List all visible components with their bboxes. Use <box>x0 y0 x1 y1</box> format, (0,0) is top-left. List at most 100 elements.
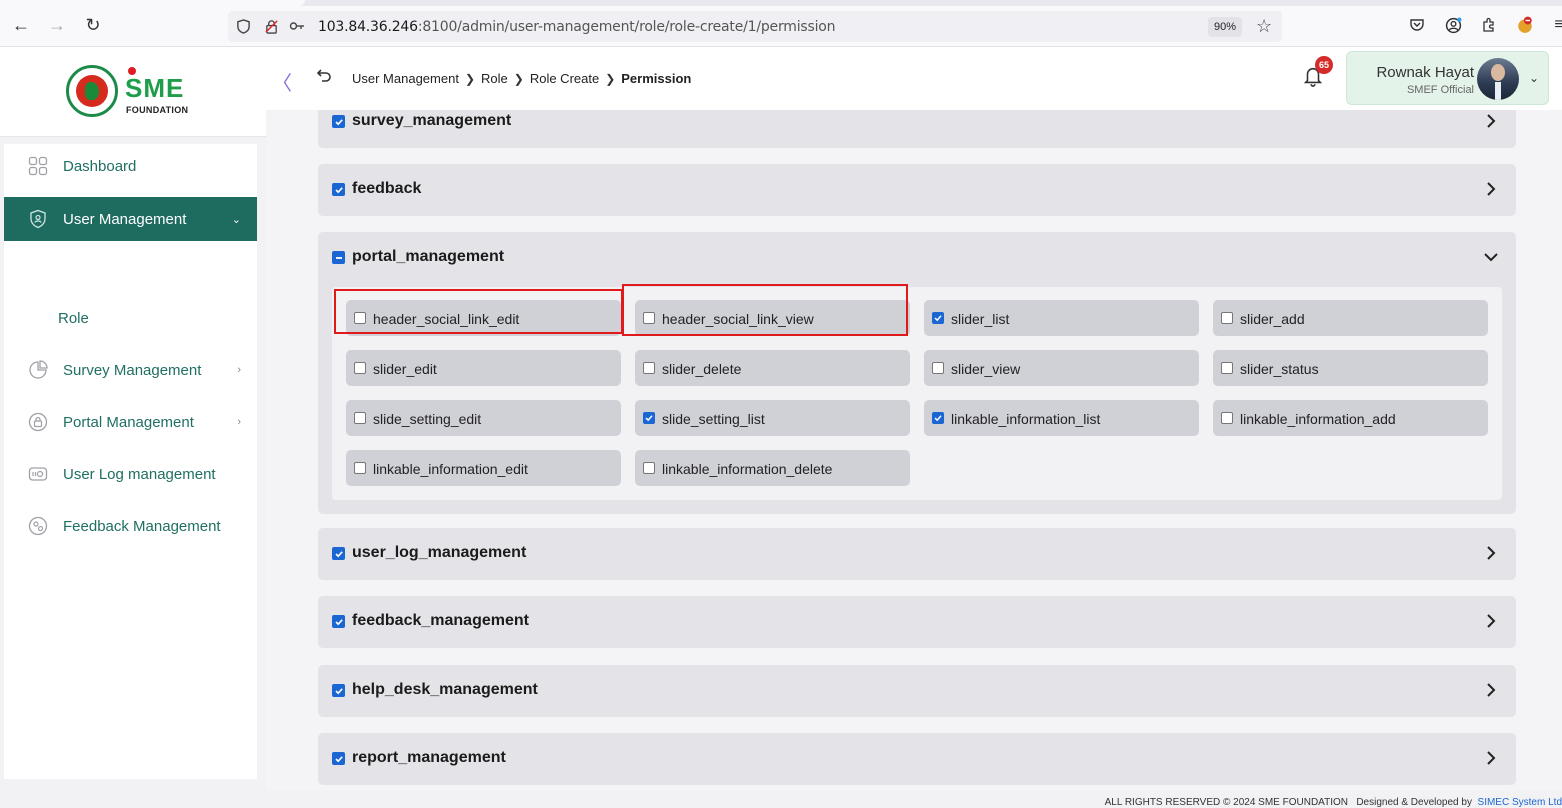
permission-item[interactable]: header_social_link_view <box>635 300 910 336</box>
permission-item[interactable]: slider_status <box>1213 350 1488 386</box>
accordion-user-log-management[interactable]: user_log_management <box>318 528 1516 580</box>
logo-brand: SME <box>125 73 185 103</box>
menu-icon[interactable]: ≡ <box>1548 14 1562 36</box>
accordion-feedback[interactable]: feedback <box>318 164 1516 216</box>
breadcrumb-role-create[interactable]: Role Create <box>530 71 599 86</box>
accordion-header[interactable]: help_desk_management <box>318 665 1516 717</box>
forward-arrow-icon[interactable]: → <box>45 13 69 37</box>
addon-icon[interactable] <box>1514 14 1536 36</box>
permission-checkbox[interactable] <box>354 412 366 424</box>
chevron-right-icon[interactable] <box>1484 681 1498 699</box>
user-profile-menu[interactable]: Rownak Hayat SMEF Official ⌄ <box>1346 51 1549 105</box>
sidebar-item-survey-management[interactable]: Survey Management › <box>4 348 257 392</box>
chevron-right-icon[interactable] <box>1484 112 1498 130</box>
accordion-survey-management[interactable]: survey_management <box>318 110 1516 148</box>
sidebar-item-feedback-management[interactable]: Feedback Management <box>4 504 257 548</box>
accordion-header[interactable]: user_log_management <box>318 528 1516 580</box>
permission-item[interactable]: slider_view <box>924 350 1199 386</box>
breadcrumb: User Management ❯ Role ❯ Role Create ❯ P… <box>352 71 691 86</box>
chevron-right-icon[interactable] <box>1484 544 1498 562</box>
sidebar-subitem-role[interactable]: Role <box>58 310 89 327</box>
permission-checkbox[interactable] <box>643 412 655 424</box>
permission-item[interactable]: linkable_information_list <box>924 400 1199 436</box>
account-icon[interactable] <box>1442 14 1464 36</box>
permission-checkbox[interactable] <box>643 362 655 374</box>
section-checkbox[interactable] <box>332 183 345 196</box>
section-title: report_management <box>352 749 506 766</box>
chevron-right-icon[interactable] <box>1484 749 1498 767</box>
accordion-header[interactable]: feedback <box>318 164 1516 216</box>
sidebar-item-portal-management[interactable]: Portal Management › <box>4 400 257 444</box>
section-checkbox-indeterminate[interactable] <box>332 251 345 264</box>
permission-checkbox[interactable] <box>932 362 944 374</box>
permission-item[interactable]: slider_list <box>924 300 1199 336</box>
permission-item[interactable]: slider_add <box>1213 300 1488 336</box>
reload-icon[interactable]: ↻ <box>81 13 105 37</box>
section-checkbox[interactable] <box>332 547 345 560</box>
undo-back-icon[interactable] <box>316 67 332 88</box>
extensions-icon[interactable] <box>1478 14 1500 36</box>
permission-item[interactable]: linkable_information_delete <box>635 450 910 486</box>
chevron-right-icon[interactable] <box>1484 612 1498 630</box>
permission-checkbox[interactable] <box>643 462 655 474</box>
chevron-down-icon[interactable] <box>1484 248 1498 266</box>
permission-checkbox[interactable] <box>1221 312 1233 324</box>
key-icon[interactable] <box>288 17 306 35</box>
developer-link[interactable]: SIMEC System Ltd <box>1478 797 1562 808</box>
pocket-icon[interactable] <box>1406 14 1428 36</box>
breadcrumb-role[interactable]: Role <box>481 71 508 86</box>
permission-item[interactable]: slider_delete <box>635 350 910 386</box>
insecure-lock-icon[interactable] <box>262 17 280 35</box>
permission-checkbox[interactable] <box>643 312 655 324</box>
section-checkbox[interactable] <box>332 684 345 697</box>
sidebar-item-dashboard[interactable]: Dashboard <box>4 144 257 188</box>
feedback-icon <box>27 515 49 537</box>
permission-label: slider_delete <box>662 361 742 377</box>
permission-label: slider_view <box>951 361 1021 377</box>
accordion-header[interactable]: portal_management <box>318 232 1516 284</box>
section-title: help_desk_management <box>352 681 538 698</box>
accordion-feedback-management[interactable]: feedback_management <box>318 596 1516 648</box>
chevron-right-icon: › <box>237 416 241 428</box>
accordion-header[interactable]: survey_management <box>318 110 1516 148</box>
avatar <box>1477 58 1519 100</box>
section-checkbox[interactable] <box>332 115 345 128</box>
zoom-level[interactable]: 90% <box>1208 17 1243 37</box>
permission-item[interactable]: linkable_information_edit <box>346 450 621 486</box>
permission-item[interactable]: header_social_link_edit <box>346 300 621 336</box>
accordion-help-desk-management[interactable]: help_desk_management <box>318 665 1516 717</box>
permission-checkbox[interactable] <box>932 412 944 424</box>
permission-checkbox[interactable] <box>354 462 366 474</box>
sidebar-item-user-management[interactable]: User Management ⌄ <box>4 197 257 241</box>
permission-checkbox[interactable] <box>1221 362 1233 374</box>
chevron-right-icon[interactable] <box>1484 180 1498 198</box>
shield-icon[interactable] <box>234 17 252 35</box>
permission-item[interactable]: slider_edit <box>346 350 621 386</box>
address-bar[interactable]: 103.84.36.246:8100/admin/user-management… <box>228 11 1282 42</box>
permission-item[interactable]: linkable_information_add <box>1213 400 1488 436</box>
url-text[interactable]: 103.84.36.246:8100/admin/user-management… <box>318 19 836 35</box>
accordion-report-management[interactable]: report_management <box>318 733 1516 785</box>
logo-area[interactable]: SME FOUNDATION <box>0 47 266 137</box>
chevron-right-icon: ❯ <box>513 71 524 86</box>
permission-item[interactable]: slide_setting_edit <box>346 400 621 436</box>
breadcrumb-user-management[interactable]: User Management <box>352 71 459 86</box>
user-role: SMEF Official <box>1406 84 1474 96</box>
permission-checkbox[interactable] <box>932 312 944 324</box>
sidebar-item-user-log-management[interactable]: User Log management <box>4 452 257 496</box>
permission-label: linkable_information_add <box>1240 411 1396 427</box>
sidebar-collapse-icon[interactable]: 〈 <box>272 67 292 96</box>
accordion-header[interactable]: feedback_management <box>318 596 1516 648</box>
permission-item[interactable]: slide_setting_list <box>635 400 910 436</box>
bookmark-star-icon[interactable]: ☆ <box>1256 16 1272 37</box>
section-checkbox[interactable] <box>332 615 345 628</box>
permission-checkbox[interactable] <box>354 312 366 324</box>
permission-checkbox[interactable] <box>1221 412 1233 424</box>
chevron-right-icon: ❯ <box>605 71 616 86</box>
section-checkbox[interactable] <box>332 752 345 765</box>
permission-checkbox[interactable] <box>354 362 366 374</box>
accordion-header[interactable]: report_management <box>318 733 1516 785</box>
active-tab[interactable] <box>0 0 305 6</box>
back-arrow-icon[interactable]: ← <box>9 13 33 37</box>
accordion-portal-management[interactable]: portal_management header_social_link_edi… <box>318 232 1516 514</box>
